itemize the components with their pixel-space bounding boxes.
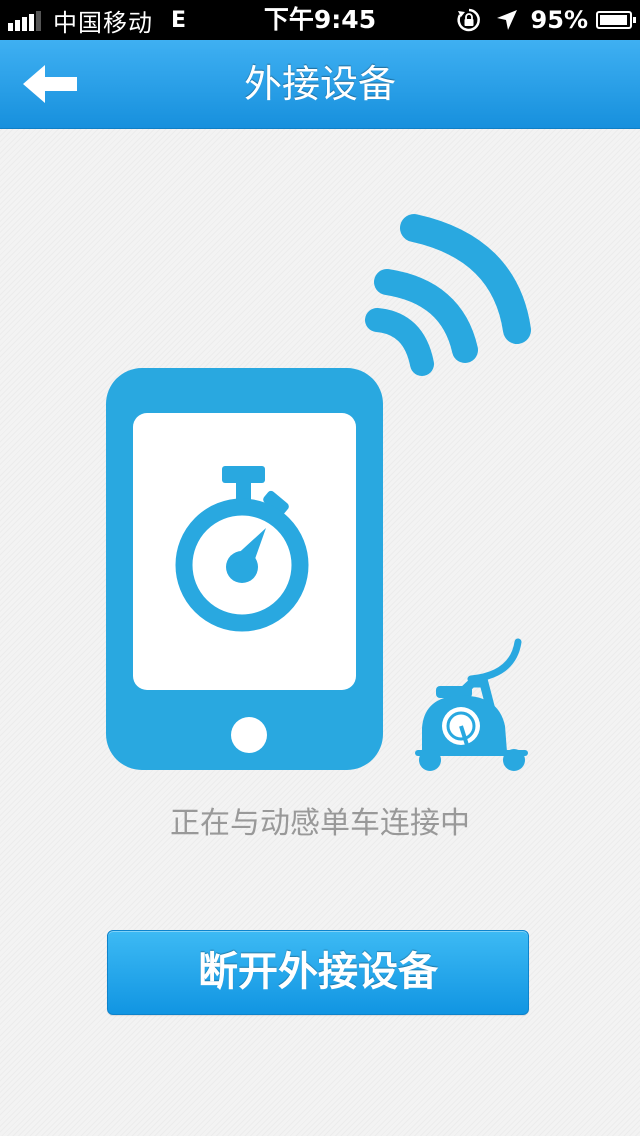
back-button[interactable]	[14, 54, 86, 114]
status-bar: 中国移动 E 下午9:45 95%	[0, 0, 640, 40]
page-title: 外接设备	[243, 62, 396, 106]
battery-icon	[596, 11, 636, 29]
connection-illustration	[0, 128, 640, 788]
connection-status-text: 正在与动感单车连接中	[170, 806, 470, 841]
location-arrow-icon	[495, 8, 519, 32]
disconnect-device-button[interactable]: 断开外接设备	[107, 930, 529, 1015]
back-arrow-icon	[23, 65, 77, 103]
battery-percent: 95%	[530, 6, 588, 34]
wifi-signal-icon	[365, 214, 531, 376]
navigation-bar: 外接设备	[0, 40, 640, 129]
rotation-lock-icon	[455, 6, 483, 34]
exercise-bike-icon	[415, 638, 528, 771]
